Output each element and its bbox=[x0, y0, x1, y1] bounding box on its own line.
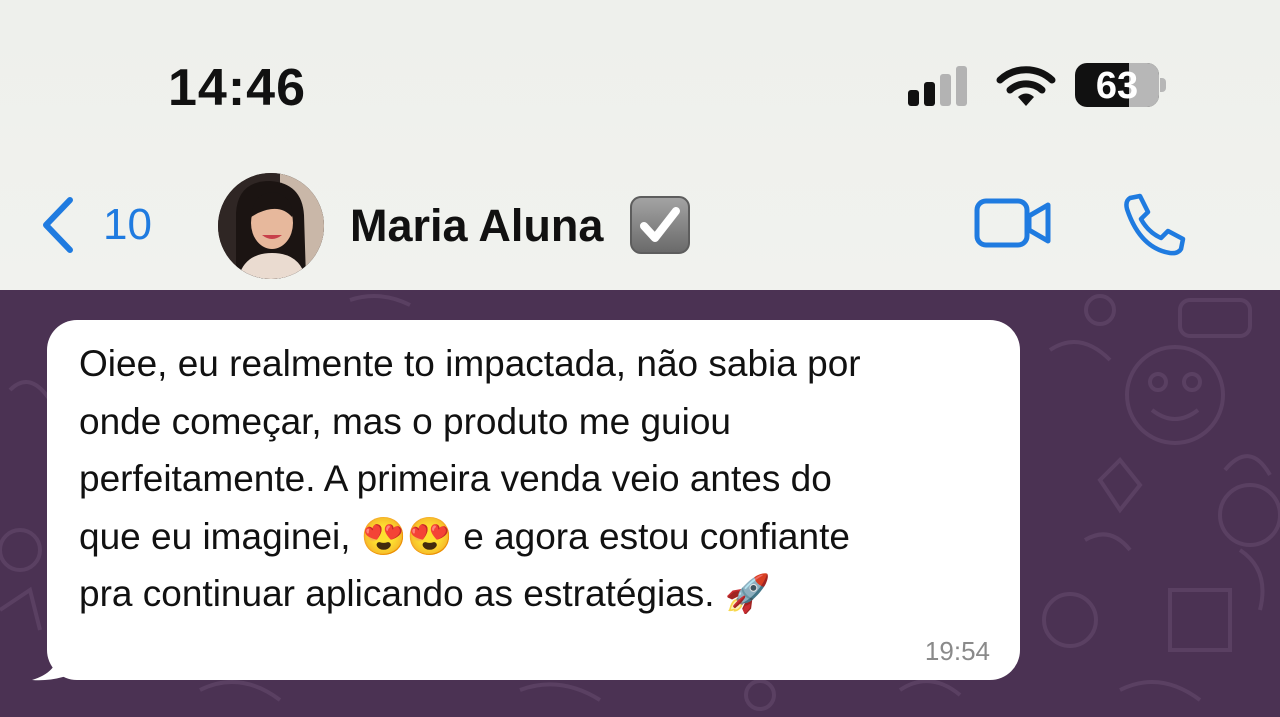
contact-name[interactable]: Maria Aluna bbox=[350, 200, 603, 252]
wifi-icon bbox=[996, 66, 1056, 106]
video-call-icon[interactable] bbox=[974, 198, 1052, 248]
message-time: 19:54 bbox=[924, 636, 990, 666]
battery-cap bbox=[1160, 78, 1166, 92]
phone-icon[interactable] bbox=[1120, 192, 1188, 256]
chevron-left-icon[interactable] bbox=[40, 196, 76, 254]
status-time: 14:46 bbox=[168, 59, 306, 117]
battery-icon: 63 bbox=[1075, 63, 1159, 107]
message-text: Oiee, eu realmente to impactada, não sab… bbox=[79, 343, 861, 614]
avatar[interactable] bbox=[218, 173, 324, 279]
back-unread-count[interactable]: 10 bbox=[103, 200, 152, 250]
battery-level: 63 bbox=[1095, 65, 1139, 107]
signal-icon bbox=[908, 66, 978, 106]
verified-check-icon bbox=[630, 196, 690, 254]
